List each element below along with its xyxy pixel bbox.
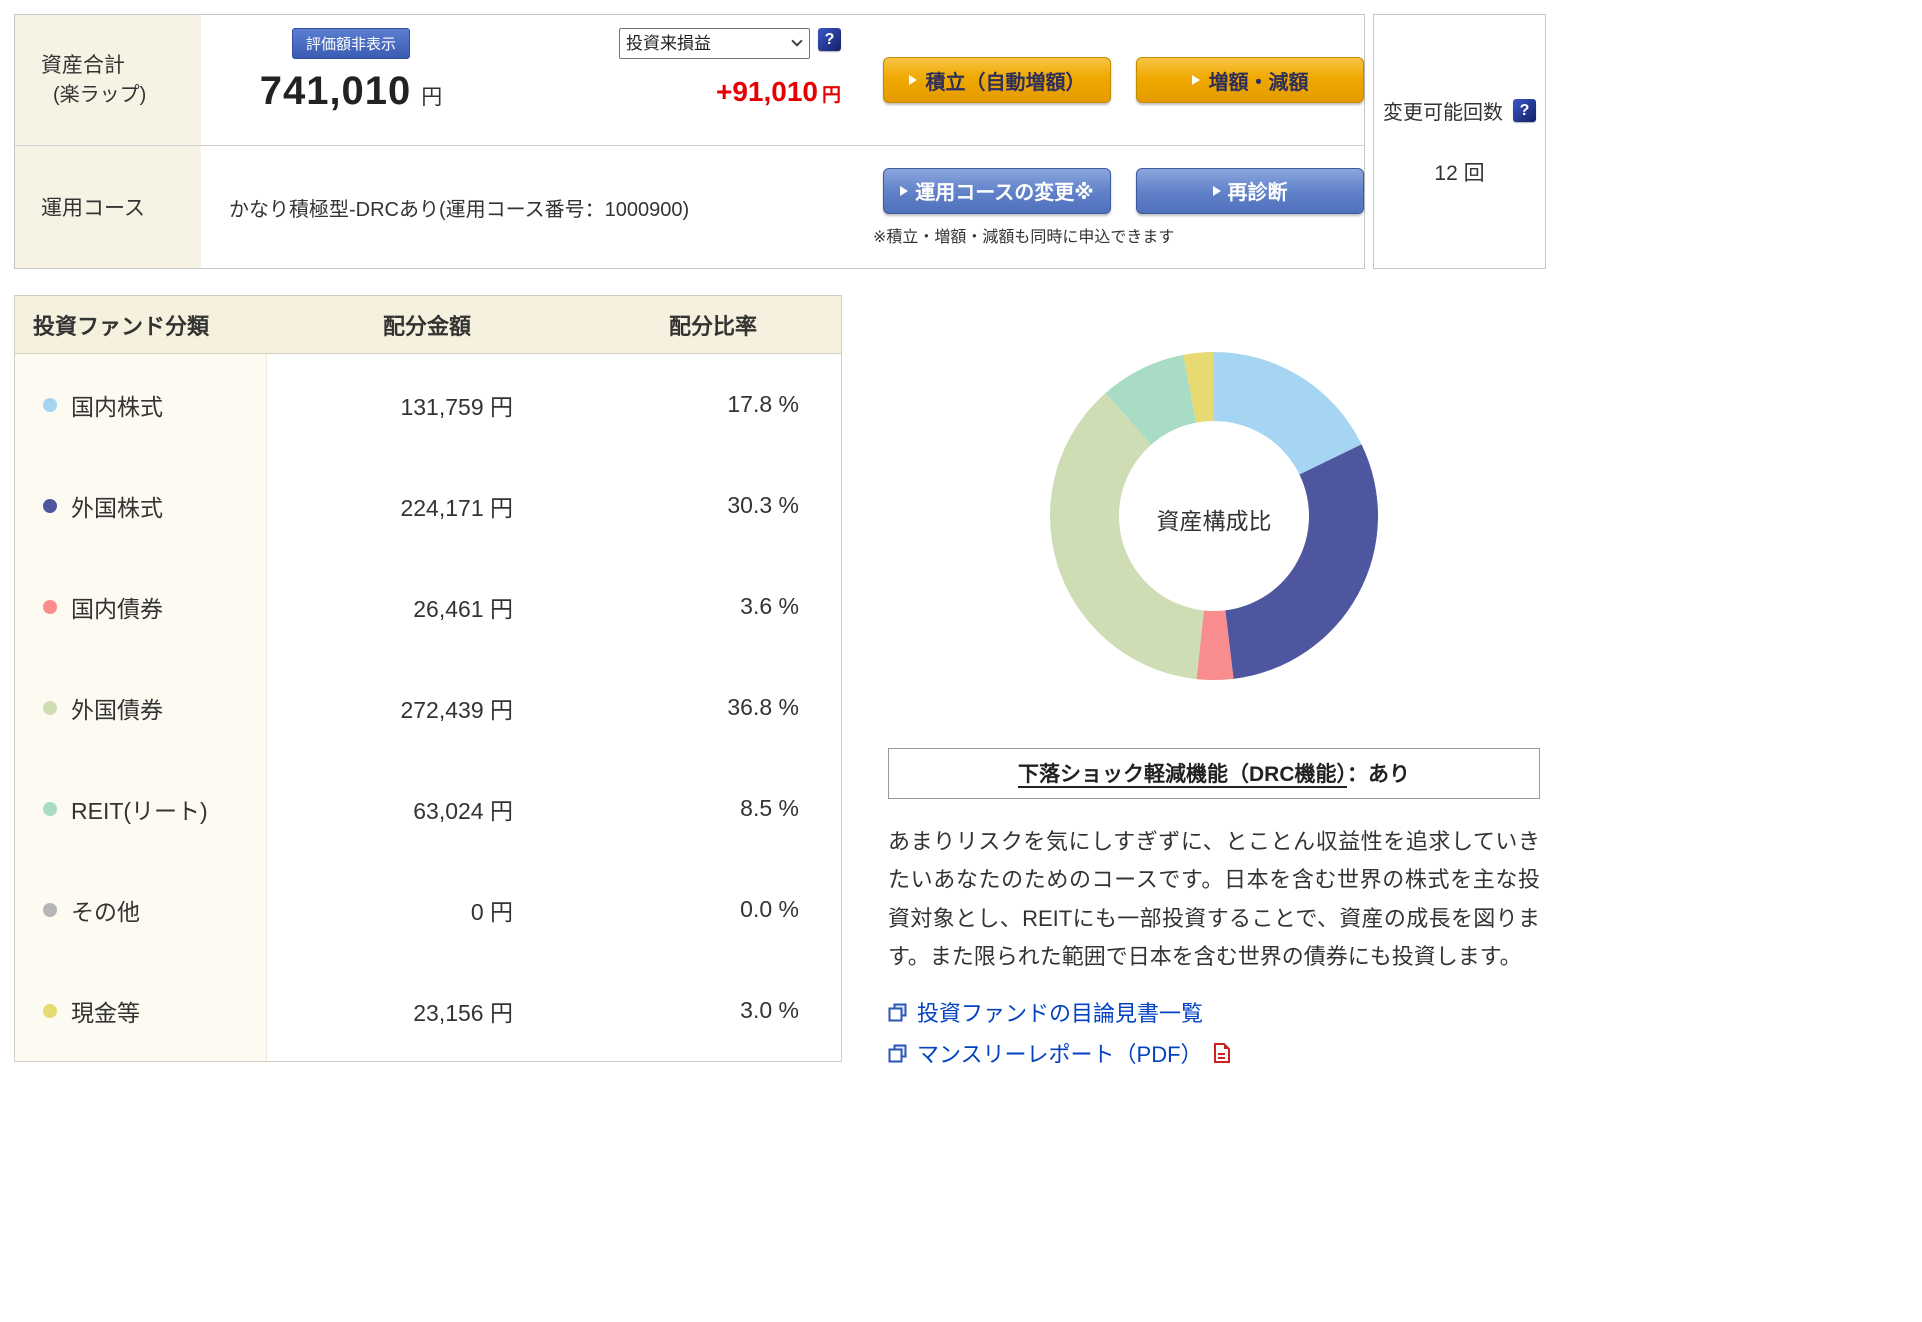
donut-segment-外国株式 — [1225, 444, 1378, 679]
asset-total-value-cell: 評価額非表示 741,010 円 — [201, 15, 501, 145]
header-ratio: 配分比率 — [668, 313, 757, 339]
allocation-amount: 26,461 円 — [413, 595, 513, 622]
external-window-icon — [888, 1044, 907, 1063]
category-color-dot — [43, 397, 57, 412]
pl-period-select[interactable]: 投資来損益 — [619, 28, 810, 59]
course-value: かなり積極型-DRCあり(運用コース番号：1000900) — [229, 198, 690, 221]
category-color-dot — [43, 1003, 57, 1018]
prospectus-link[interactable]: 投資ファンドの目論見書一覧 — [917, 996, 1203, 1028]
rakuwrap-asset-page: 資産合計 (楽ラップ) 評価額非表示 741,010 円 投資来損益 ? +91… — [0, 0, 1922, 1083]
allocation-amount: 0 円 — [470, 898, 513, 925]
profit-loss-amount: +91,010 — [715, 76, 818, 107]
apply-note: ※積立・増額・減額も同時に申込できます — [873, 228, 1175, 246]
asset-total-unit: 円 — [421, 86, 443, 109]
change-count-panel: 変更可能回数 ? 12 回 — [1373, 14, 1546, 269]
asset-total-label: 資産合計 — [41, 54, 125, 77]
top-actions: 積立（自動増額） 増額・減額 — [871, 15, 1364, 145]
arrow-right-icon — [1191, 75, 1200, 85]
category-label: REIT(リート) — [71, 797, 208, 824]
allocation-amount: 224,171 円 — [400, 494, 513, 521]
table-row: 外国債券 272,439 円 36.8 % — [15, 657, 841, 758]
allocation-ratio: 3.6 % — [740, 593, 799, 619]
monthly-report-link[interactable]: マンスリーレポート（PDF） — [917, 1037, 1203, 1069]
profit-loss-amount-line: +91,010 円 — [619, 76, 841, 108]
allocation-amount: 131,759 円 — [400, 393, 513, 420]
header-amount: 配分金額 — [382, 313, 471, 339]
help-icon[interactable]: ? — [818, 28, 841, 51]
drc-title: 下落ショック軽減機能（DRC機能） — [1018, 763, 1347, 786]
course-label: 運用コース — [41, 197, 145, 220]
table-header-row: 投資ファンド分類 配分金額 配分比率 — [15, 296, 841, 354]
external-window-icon — [888, 1003, 907, 1022]
allocation-ratio: 36.8 % — [727, 694, 799, 720]
course-label-cell: 運用コース — [15, 146, 201, 268]
course-buttons-row: 運用コースの変更※ 再診断 — [873, 167, 1364, 214]
category-label: 国内債券 — [71, 595, 163, 622]
category-color-dot — [43, 801, 57, 816]
allocation-amount: 23,156 円 — [413, 999, 513, 1026]
drc-feature-box: 下落ショック軽減機能（DRC機能）：あり — [888, 748, 1540, 799]
change-count-label-row: 変更可能回数 ? — [1383, 96, 1536, 125]
allocation-ratio: 17.8 % — [727, 391, 799, 417]
pl-period-select-wrap: 投資来損益 — [619, 28, 810, 59]
header-category: 投資ファンド分類 — [33, 313, 210, 339]
help-icon[interactable]: ? — [1513, 99, 1536, 122]
category-color-dot — [43, 599, 57, 614]
category-label: 外国株式 — [71, 494, 163, 521]
reserve-auto-increase-button[interactable]: 積立（自動増額） — [883, 57, 1111, 103]
chart-and-drc-column: 資産構成比 下落ショック軽減機能（DRC機能）：あり あまりリスクを気にしすぎず… — [888, 295, 1540, 1069]
table-row: 国内債券 26,461 円 3.6 % — [15, 556, 841, 657]
category-color-dot — [43, 498, 57, 513]
table-row: 外国株式 224,171 円 30.3 % — [15, 455, 841, 556]
asset-summary-panel: 資産合計 (楽ラップ) 評価額非表示 741,010 円 投資来損益 ? +91… — [14, 14, 1365, 269]
arrow-right-icon — [908, 75, 917, 85]
asset-total-amount: 741,010 — [259, 69, 412, 113]
arrow-right-icon — [900, 185, 909, 196]
allocation-ratio: 0.0 % — [740, 896, 799, 922]
change-course-button[interactable]: 運用コースの変更※ — [883, 167, 1111, 214]
allocation-ratio: 3.0 % — [740, 997, 799, 1023]
allocation-ratio: 30.3 % — [727, 492, 799, 518]
category-color-dot — [43, 902, 57, 917]
table-row: 国内株式 131,759 円 17.8 % — [15, 354, 841, 455]
course-row: 運用コース かなり積極型-DRCあり(運用コース番号：1000900) 運用コー… — [15, 146, 1364, 268]
course-actions: 運用コースの変更※ 再診断 ※積立・増額・減額も同時に申込できます — [871, 146, 1364, 268]
table-row: 現金等 23,156 円 3.0 % — [15, 960, 841, 1061]
pdf-file-icon — [1213, 1043, 1230, 1064]
donut-center-label: 資産構成比 — [1156, 507, 1272, 534]
arrow-right-icon — [1212, 185, 1221, 196]
asset-total-sublabel: (楽ラップ) — [53, 84, 147, 107]
allocation-amount: 272,439 円 — [400, 696, 513, 723]
asset-total-label-cell: 資産合計 (楽ラップ) — [15, 15, 201, 145]
donut-segment-外国債券 — [1050, 392, 1204, 680]
category-label: 現金等 — [71, 999, 140, 1026]
rediagnose-button[interactable]: 再診断 — [1136, 167, 1364, 214]
profit-loss-selector-row: 投資来損益 ? — [619, 28, 841, 59]
course-description: あまりリスクを気にしすぎずに、とことん収益性を追求していきたいあなたのためのコー… — [888, 829, 1540, 969]
monthly-report-link-row: マンスリーレポート（PDF） — [888, 1037, 1540, 1069]
category-label: 国内株式 — [71, 393, 163, 420]
allocation-section: 投資ファンド分類 配分金額 配分比率 国内株式 131,759 円 17.8 %… — [14, 295, 1908, 1069]
increase-decrease-button[interactable]: 増額・減額 — [1136, 57, 1364, 103]
table-row: その他 0 円 0.0 % — [15, 859, 841, 960]
profit-loss-cell: 投資来損益 ? +91,010 円 — [501, 15, 871, 145]
document-links: 投資ファンドの目論見書一覧 マンスリーレポート（PDF） — [888, 996, 1540, 1069]
hide-valuation-button[interactable]: 評価額非表示 — [291, 28, 410, 59]
category-label: その他 — [71, 898, 140, 925]
allocation-ratio: 8.5 % — [740, 795, 799, 821]
category-label: 外国債券 — [71, 696, 163, 723]
change-count-label: 変更可能回数 — [1383, 102, 1503, 124]
summary-section: 資産合計 (楽ラップ) 評価額非表示 741,010 円 投資来損益 ? +91… — [14, 14, 1546, 269]
category-color-dot — [43, 700, 57, 715]
allocation-table: 投資ファンド分類 配分金額 配分比率 国内株式 131,759 円 17.8 %… — [14, 295, 842, 1062]
prospectus-link-row: 投資ファンドの目論見書一覧 — [888, 996, 1540, 1028]
table-row: REIT(リート) 63,024 円 8.5 % — [15, 758, 841, 859]
profit-loss-unit: 円 — [821, 85, 841, 106]
asset-composition-chart: 資産構成比 — [1019, 321, 1409, 716]
allocation-amount: 63,024 円 — [413, 797, 513, 824]
asset-total-row: 資産合計 (楽ラップ) 評価額非表示 741,010 円 投資来損益 ? +91… — [15, 15, 1364, 146]
change-count-value: 12 回 — [1434, 162, 1485, 185]
drc-title-suffix: ：あり — [1347, 763, 1410, 786]
asset-total-amount-line: 741,010 円 — [260, 69, 443, 114]
